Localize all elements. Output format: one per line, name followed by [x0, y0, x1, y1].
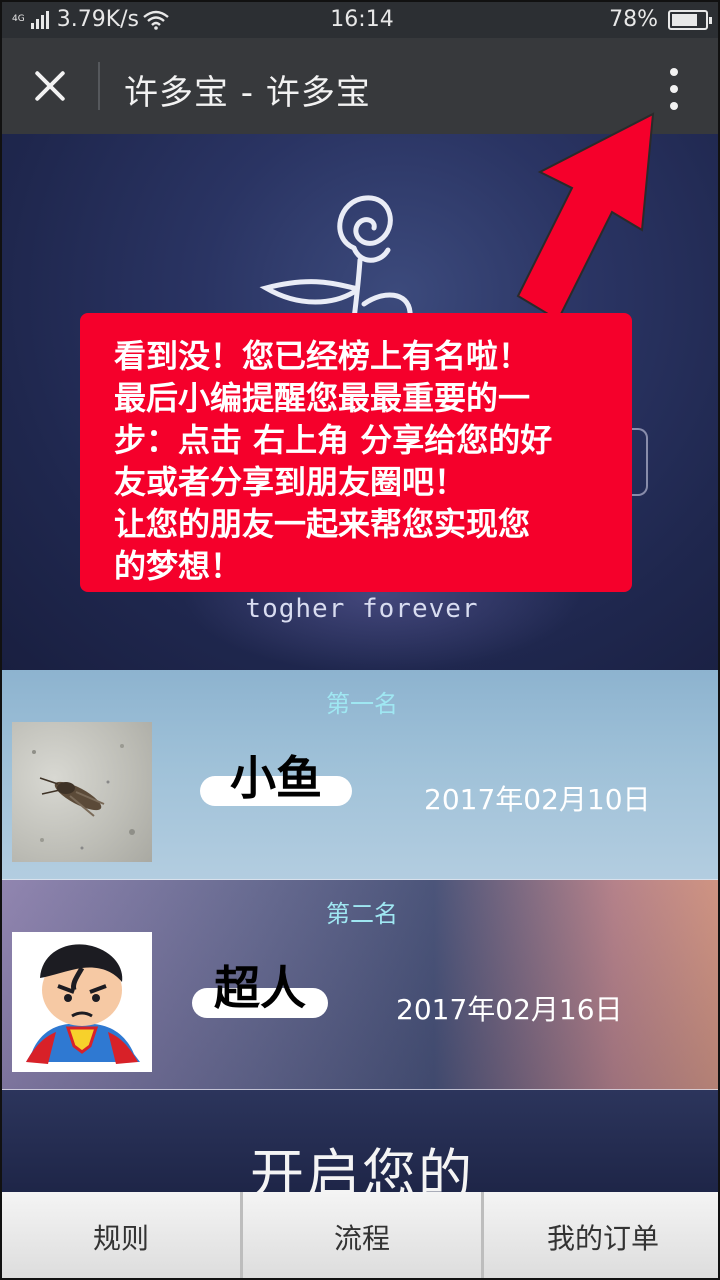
avatar — [12, 722, 152, 862]
status-right: 78% — [609, 7, 712, 32]
nav-process[interactable]: 流程 — [243, 1192, 484, 1278]
ranking-row: 第二名 超人 2017年02月16日 — [2, 880, 718, 1090]
close-icon[interactable] — [24, 60, 76, 112]
section-title: 开启您的 — [250, 1143, 474, 1200]
nav-rules[interactable]: 规则 — [2, 1192, 243, 1278]
status-bar: 4G 3.79K/s 16:14 78% — [2, 2, 718, 38]
rank-label: 第一名 — [326, 690, 398, 718]
rank-label: 第二名 — [326, 900, 398, 928]
start-section: 开启您的 — [2, 1090, 718, 1200]
more-vertical-icon[interactable] — [654, 64, 694, 114]
winner-date: 2017年02月10日 — [424, 783, 651, 816]
bottom-nav: 规则 流程 我的订单 — [2, 1192, 718, 1278]
page-title: 许多宝 - 许多宝 — [124, 73, 371, 113]
insect-photo — [32, 744, 135, 850]
hero-subtitle: togher forever — [245, 594, 479, 624]
battery-percent: 78% — [609, 7, 658, 32]
app-frame: 4G 3.79K/s 16:14 78% 许多宝 - 许多宝 togher fo… — [0, 0, 720, 1280]
nav-my-orders[interactable]: 我的订单 — [484, 1192, 718, 1278]
battery-icon — [668, 9, 712, 30]
ranking-row: 第一名 小鱼 2017年02月10日 — [2, 670, 718, 880]
avatar — [12, 932, 152, 1072]
winner-name: 超人 — [214, 961, 306, 1015]
superman-avatar — [26, 944, 140, 1064]
battery-level — [672, 13, 697, 26]
share-tip-callout: 看到没！您已经榜上有名啦！ 最后小编提醒您最最重要的一 步：点击 右上角 分享给… — [80, 313, 632, 592]
winner-date: 2017年02月16日 — [396, 993, 623, 1026]
title-bar: 许多宝 - 许多宝 — [2, 38, 718, 134]
winner-name: 小鱼 — [230, 751, 322, 805]
title-divider — [98, 62, 100, 110]
